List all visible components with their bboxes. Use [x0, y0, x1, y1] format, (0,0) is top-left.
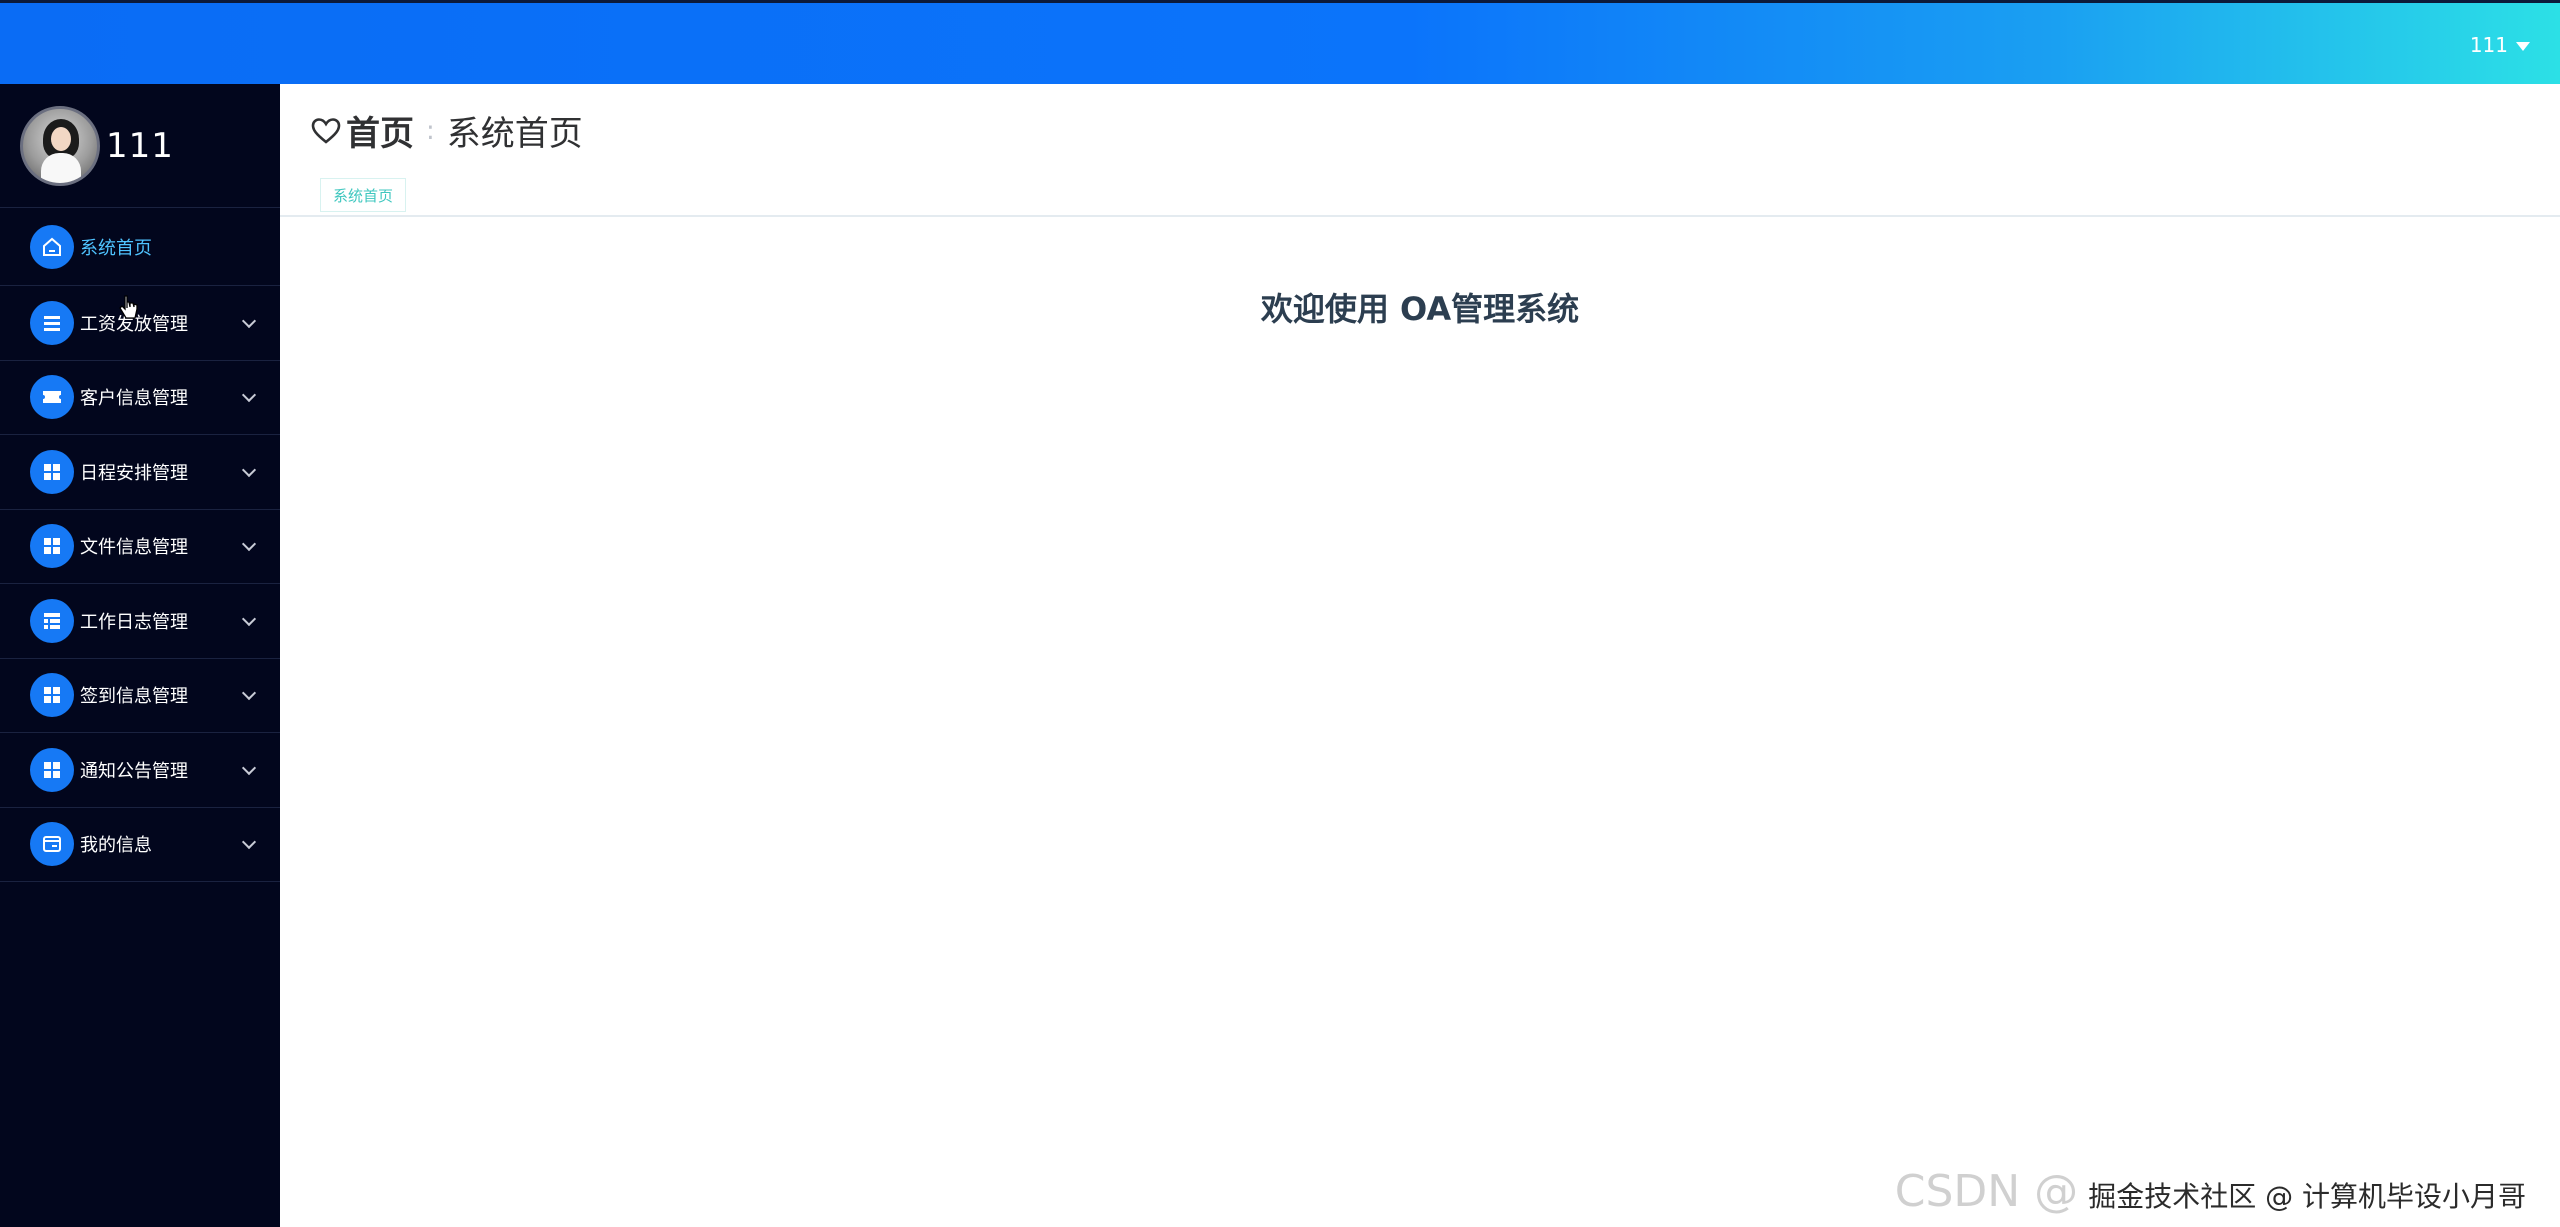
main-content: 首页 : 系统首页 系统首页 欢迎使用 OA管理系统 CSDN @ 掘金技术社区… [280, 84, 2560, 1227]
chevron-down-icon [241, 537, 257, 552]
chevron-down-icon [241, 835, 257, 850]
ticket-icon [30, 375, 74, 420]
tag-tab-home[interactable]: 系统首页 [320, 178, 407, 212]
heart-icon [311, 117, 341, 144]
watermark: CSDN @ 掘金技术社区 @ 计算机毕设小月哥 [1895, 1166, 2526, 1217]
user-name: 111 [2469, 33, 2508, 57]
breadcrumb-home[interactable]: 首页 [346, 106, 414, 155]
chevron-down-icon [241, 388, 257, 403]
profile: 111 [0, 84, 280, 208]
sidebar-item-myinfo[interactable]: 我的信息 [0, 808, 280, 882]
grid-icon [30, 449, 74, 494]
sidebar-item-worklog[interactable]: 工作日志管理 [0, 584, 280, 659]
sidebar-menu: 系统首页 工资发放管理 客户信息管理 日程安排管理 文件信息管理 工作日志管理 … [0, 208, 280, 882]
sidebar-item-label: 通知公告管理 [80, 760, 188, 782]
sidebar-item-label: 系统首页 [80, 237, 152, 259]
welcome-title: 欢迎使用 OA管理系统 [1260, 290, 1580, 328]
watermark-inner: 掘金技术社区 @ 计算机毕设小月哥 [2088, 1180, 2526, 1213]
list-icon [30, 300, 74, 345]
chevron-down-icon [241, 760, 257, 775]
breadcrumb-current: 系统首页 [446, 114, 583, 154]
top-navbar: 111 [0, 0, 2560, 84]
sidebar-item-customer[interactable]: 客户信息管理 [0, 361, 280, 435]
sidebar-item-label: 签到信息管理 [80, 686, 188, 708]
user-dropdown[interactable]: 111 [2470, 33, 2530, 57]
sidebar-item-label: 日程安排管理 [80, 462, 188, 484]
caret-down-icon [2516, 41, 2530, 51]
sidebar-item-signin[interactable]: 签到信息管理 [0, 659, 280, 733]
card-icon [30, 822, 74, 867]
sidebar-item-schedule[interactable]: 日程安排管理 [0, 435, 280, 510]
chevron-down-icon [241, 462, 257, 477]
grid-icon [30, 747, 74, 792]
table-icon [30, 598, 74, 643]
profile-name: 111 [106, 125, 174, 166]
sidebar-item-label: 工作日志管理 [80, 611, 188, 633]
chevron-down-icon [241, 313, 257, 328]
avatar[interactable] [20, 105, 100, 186]
sidebar-item-salary[interactable]: 工资发放管理 [0, 286, 280, 361]
home-icon [30, 224, 74, 269]
sidebar-item-files[interactable]: 文件信息管理 [0, 510, 280, 584]
chevron-down-icon [241, 686, 257, 701]
sidebar: 111 系统首页 工资发放管理 客户信息管理 日程安排管理 文件信息管理 工作日… [0, 84, 280, 1227]
watermark-outer: CSDN @ [1894, 1166, 2079, 1217]
sidebar-item-notice[interactable]: 通知公告管理 [0, 733, 280, 808]
mouse-pointer-icon [119, 295, 138, 319]
page-header: 首页 : 系统首页 系统首页 [280, 84, 2560, 217]
sidebar-item-label: 文件信息管理 [80, 537, 188, 559]
sidebar-item-label: 我的信息 [80, 835, 152, 857]
sidebar-item-home[interactable]: 系统首页 [0, 208, 280, 286]
breadcrumb-separator: : [426, 115, 435, 146]
grid-icon [30, 673, 74, 718]
sidebar-item-label: 客户信息管理 [80, 388, 188, 410]
breadcrumb: 首页 : 系统首页 [310, 106, 583, 155]
chevron-down-icon [241, 611, 257, 626]
grid-icon [30, 524, 74, 569]
